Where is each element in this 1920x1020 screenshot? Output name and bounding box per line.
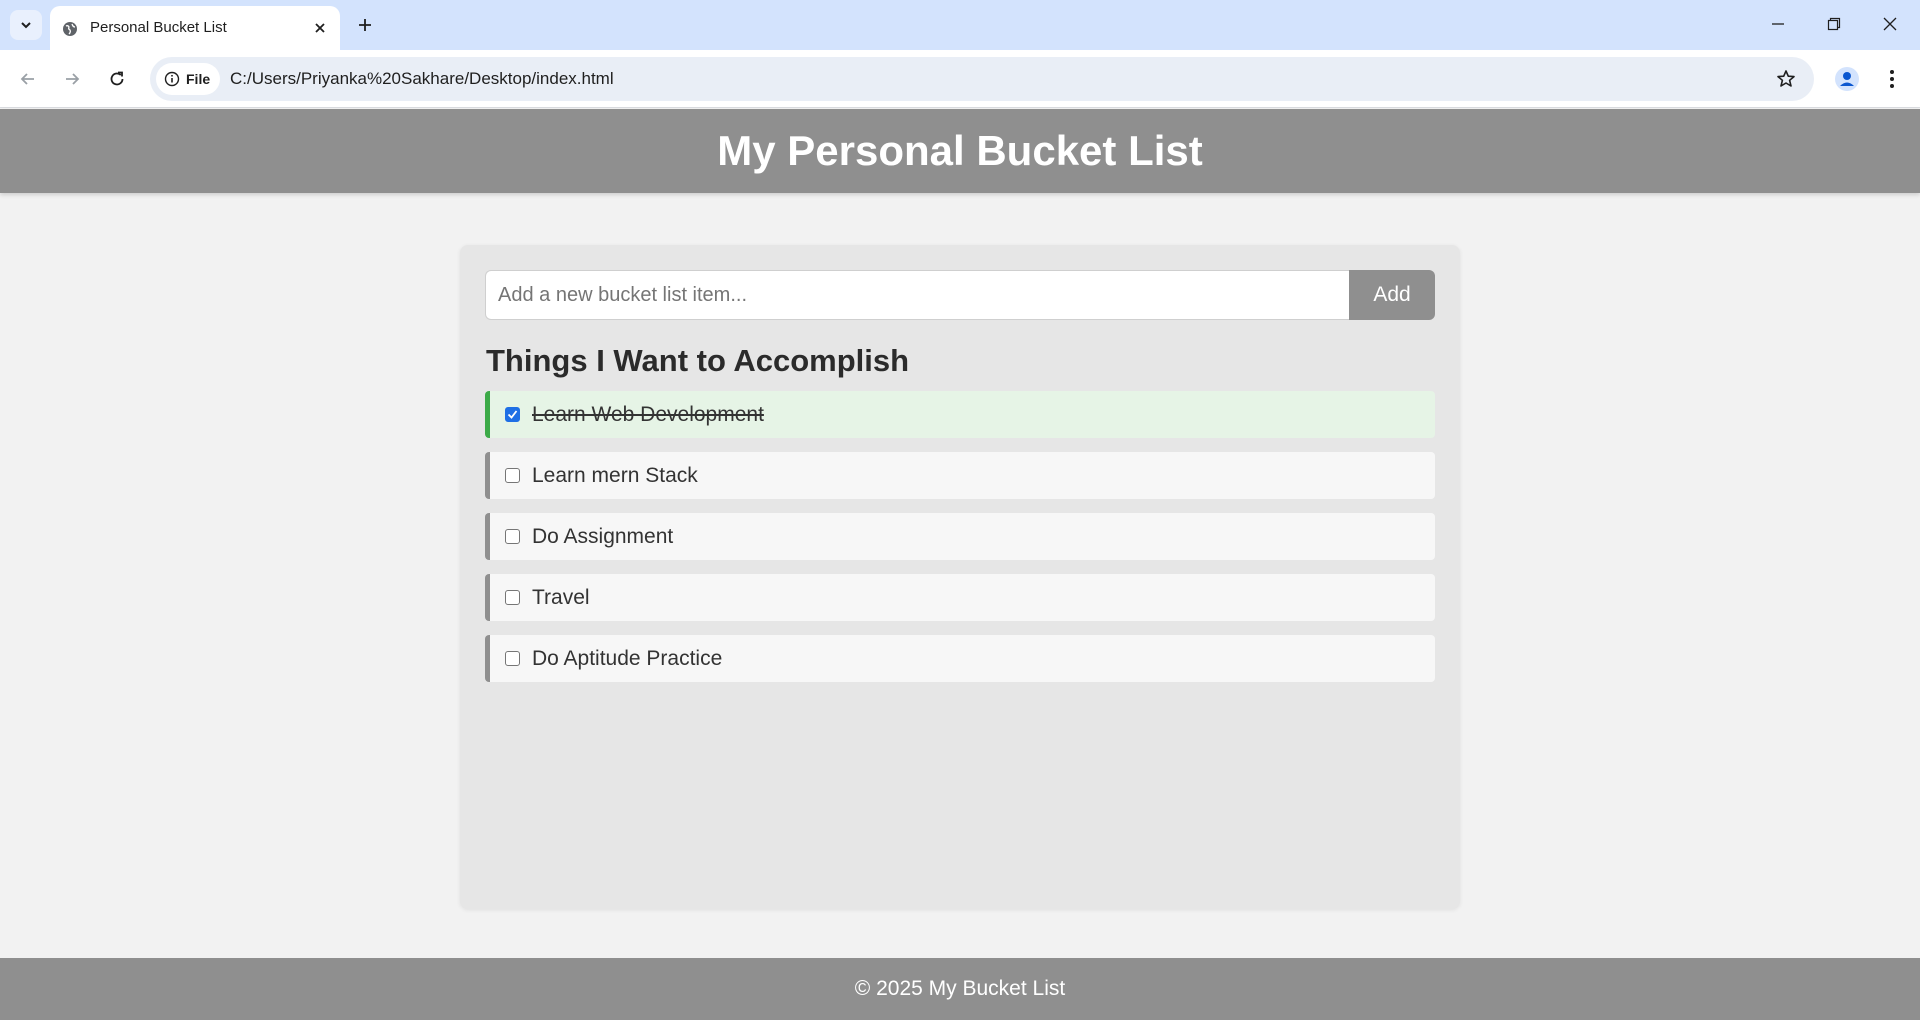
list-item[interactable]: Travel — [485, 574, 1435, 621]
list-item[interactable]: Do Aptitude Practice — [485, 635, 1435, 682]
kebab-menu-icon[interactable] — [1878, 64, 1906, 94]
site-info-chip[interactable]: File — [156, 63, 220, 95]
add-button[interactable]: Add — [1349, 270, 1435, 320]
bookmark-star-icon[interactable] — [1774, 67, 1798, 91]
tab-title: Personal Bucket List — [90, 19, 227, 36]
item-checkbox[interactable] — [505, 590, 520, 605]
item-checkbox[interactable] — [505, 529, 520, 544]
tab-search-button[interactable] — [10, 10, 42, 40]
item-text: Do Assignment — [532, 524, 674, 548]
reload-icon[interactable] — [103, 65, 131, 93]
minimize-icon[interactable] — [1758, 8, 1798, 40]
back-arrow-icon[interactable] — [14, 65, 42, 93]
item-text: Learn mern Stack — [532, 463, 698, 487]
page-title: My Personal Bucket List — [717, 127, 1203, 174]
close-tab-icon[interactable] — [310, 18, 330, 38]
item-text: Learn Web Development — [532, 402, 764, 426]
url-text[interactable]: C:/Users/Priyanka%20Sakhare/Desktop/inde… — [230, 69, 614, 89]
item-checkbox[interactable] — [505, 407, 520, 422]
close-window-icon[interactable] — [1870, 8, 1910, 40]
chip-label: File — [186, 71, 211, 87]
restore-icon[interactable] — [1814, 8, 1854, 40]
list-item[interactable]: Do Assignment — [485, 513, 1435, 560]
footer-copyright: © 2025 My Bucket List — [854, 977, 1066, 1000]
item-checkbox[interactable] — [505, 468, 520, 483]
bucket-list-card: Add Things I Want to Accomplish Learn We… — [460, 245, 1460, 909]
bucket-list: Learn Web Development Learn mern Stack D… — [485, 391, 1435, 696]
browser-tabstrip: Personal Bucket List — [0, 0, 1920, 50]
info-icon — [164, 71, 180, 87]
profile-avatar-icon[interactable] — [1832, 64, 1862, 94]
item-text: Do Aptitude Practice — [532, 646, 723, 670]
list-item[interactable]: Learn mern Stack — [485, 452, 1435, 499]
new-tab-plus-icon[interactable] — [352, 12, 378, 38]
item-checkbox[interactable] — [505, 651, 520, 666]
list-heading: Things I Want to Accomplish — [486, 343, 910, 378]
page-header: My Personal Bucket List — [0, 109, 1920, 193]
browser-tab[interactable]: Personal Bucket List — [50, 6, 340, 50]
browser-toolbar: File C:/Users/Priyanka%20Sakhare/Desktop… — [0, 50, 1920, 108]
new-item-input[interactable] — [485, 270, 1349, 320]
forward-arrow-icon[interactable] — [58, 65, 86, 93]
address-bar[interactable]: File C:/Users/Priyanka%20Sakhare/Desktop… — [150, 57, 1814, 101]
globe-icon — [63, 22, 77, 36]
item-text: Travel — [532, 585, 590, 609]
checkmark-icon — [507, 410, 518, 419]
add-item-form: Add — [485, 270, 1435, 320]
list-item[interactable]: Learn Web Development — [485, 391, 1435, 438]
chevron-down-icon — [21, 22, 31, 29]
page-footer: © 2025 My Bucket List — [0, 958, 1920, 1020]
